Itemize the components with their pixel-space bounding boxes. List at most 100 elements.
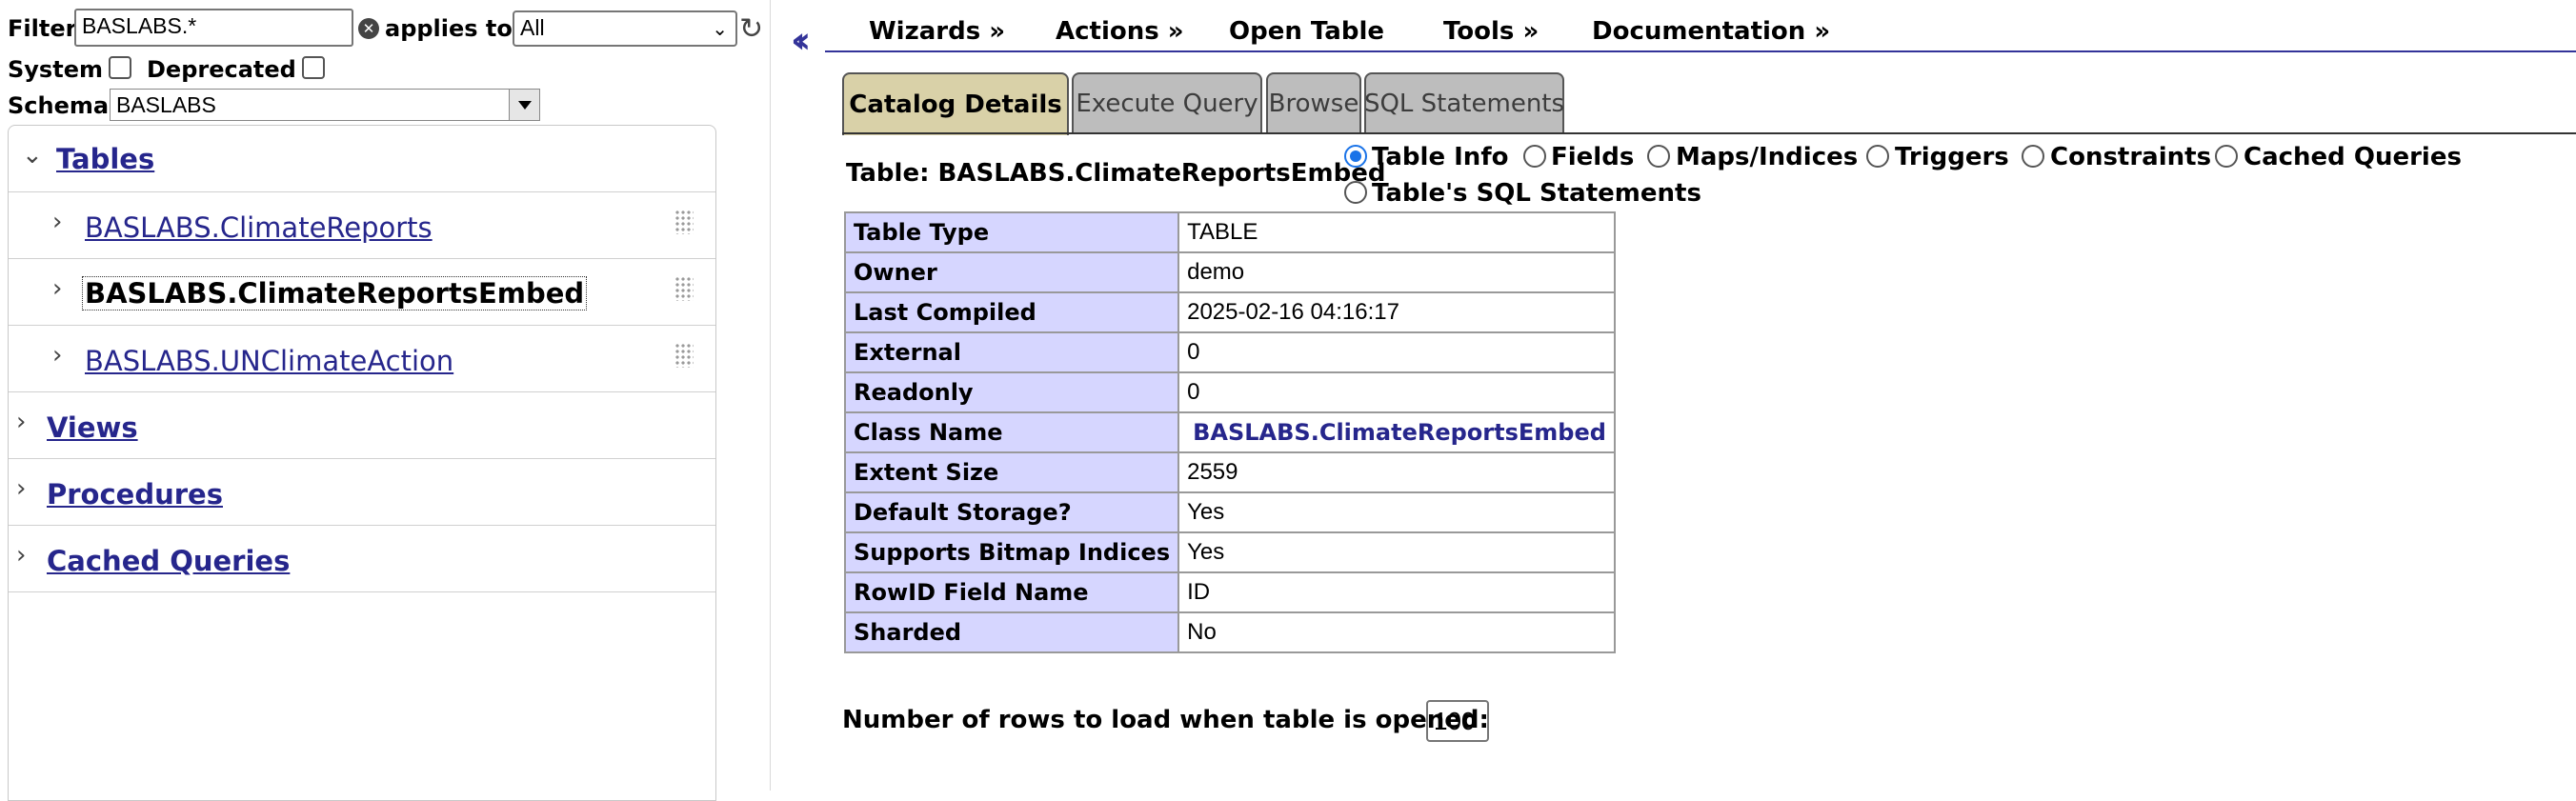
tree-section-views[interactable]: › Views <box>9 392 715 459</box>
chevron-right-icon[interactable]: › <box>52 208 62 236</box>
menu-open-table[interactable]: Open Table <box>1229 17 1384 46</box>
table-row: Owner demo <box>843 251 1616 293</box>
radio-cached-queries-label[interactable]: Cached Queries <box>2244 143 2462 171</box>
tree-section-cached-queries-link[interactable]: Cached Queries <box>47 545 290 577</box>
chevron-down-icon: ⌄ <box>712 19 728 40</box>
applies-to-label: applies to <box>385 15 513 42</box>
radio-maps-indices[interactable] <box>1647 145 1670 168</box>
refresh-icon[interactable]: ↻ <box>739 12 763 46</box>
row-value: 2025-02-16 04:16:17 <box>1177 291 1616 333</box>
menu-actions[interactable]: Actions » <box>1056 17 1184 46</box>
pane-divider[interactable] <box>770 0 771 791</box>
chevron-right-icon[interactable]: › <box>52 274 62 303</box>
tree-section-procedures-link[interactable]: Procedures <box>47 478 223 511</box>
row-value: Yes <box>1177 491 1616 533</box>
rows-to-load-label: Number of rows to load when table is ope… <box>842 706 1489 734</box>
radio-table-info[interactable] <box>1344 145 1367 168</box>
navigation-tree: ⌄ Tables › BASLABS.ClimateReports › BASL… <box>8 125 716 801</box>
tree-item-link[interactable]: BASLABS.ClimateReports <box>85 211 433 244</box>
radio-triggers[interactable] <box>1866 145 1889 168</box>
row-key: Class Name <box>843 411 1180 453</box>
row-key: Last Compiled <box>843 291 1180 333</box>
row-value: 0 <box>1177 331 1616 373</box>
radio-constraints-label[interactable]: Constraints <box>2050 143 2211 171</box>
row-key: Table Type <box>843 211 1180 253</box>
tree-item-link[interactable]: BASLABS.UNClimateAction <box>85 345 453 377</box>
tree-section-cached-queries[interactable]: › Cached Queries <box>9 526 715 592</box>
tab-execute-query[interactable]: Execute Query <box>1072 72 1262 133</box>
row-key: Owner <box>843 251 1180 293</box>
menu-documentation[interactable]: Documentation » <box>1592 17 1830 46</box>
tree-item-climatereportsembed[interactable]: › BASLABS.ClimateReportsEmbed <box>9 259 715 326</box>
filter-label: Filter <box>8 15 77 42</box>
drag-handle-icon[interactable] <box>674 210 694 234</box>
tab-browse[interactable]: Browse <box>1266 72 1361 133</box>
menu-tools[interactable]: Tools » <box>1443 17 1539 46</box>
chevron-right-icon[interactable]: › <box>16 408 26 436</box>
table-row: External 0 <box>843 331 1616 373</box>
rows-to-load-input[interactable]: 100 <box>1426 700 1489 742</box>
table-row: Extent Size 2559 <box>843 451 1616 493</box>
row-key: Extent Size <box>843 451 1180 493</box>
tab-sql-statements[interactable]: SQL Statements <box>1364 72 1564 133</box>
row-value: demo <box>1177 251 1616 293</box>
tree-section-tables[interactable]: ⌄ Tables <box>9 126 715 192</box>
filter-input[interactable]: BASLABS.* <box>74 9 353 47</box>
radio-maps-indices-label[interactable]: Maps/Indices <box>1676 143 1858 171</box>
tree-item-climatereports[interactable]: › BASLABS.ClimateReports <box>9 192 715 259</box>
menu-wizards[interactable]: Wizards » <box>869 17 1005 46</box>
system-checkbox[interactable] <box>109 56 131 79</box>
chevron-down-icon[interactable]: ⌄ <box>22 141 43 170</box>
deprecated-checkbox[interactable] <box>302 56 325 79</box>
schema-dropdown-button[interactable] <box>509 90 539 120</box>
deprecated-label: Deprecated <box>147 56 296 83</box>
table-row: Table Type TABLE <box>843 211 1616 253</box>
collapse-pane-icon[interactable]: ‹‹ <box>791 21 812 59</box>
tab-catalog-details[interactable]: Catalog Details <box>842 72 1069 135</box>
table-row: Sharded No <box>843 611 1616 653</box>
clear-filter-icon[interactable]: ✕ <box>358 18 379 39</box>
row-key: Default Storage? <box>843 491 1180 533</box>
table-row: Default Storage? Yes <box>843 491 1616 533</box>
tree-section-procedures[interactable]: › Procedures <box>9 459 715 526</box>
drag-handle-icon[interactable] <box>674 343 694 368</box>
row-value: Yes <box>1177 531 1616 573</box>
tabs-underline <box>842 132 2576 134</box>
radio-table-sql-statements-label[interactable]: Table's SQL Statements <box>1372 179 1701 208</box>
chevron-right-icon[interactable]: › <box>52 341 62 370</box>
chevron-right-icon[interactable]: › <box>16 541 26 570</box>
table-info-grid: Table Type TABLE Owner demo Last Compiled 2… <box>843 211 1616 653</box>
row-value: No <box>1177 611 1616 653</box>
class-name-link[interactable]: BASLABS.ClimateReportsEmbed <box>1177 411 1616 453</box>
row-key: Supports Bitmap Indices <box>843 531 1180 573</box>
row-key: Sharded <box>843 611 1180 653</box>
table-row: Readonly 0 <box>843 371 1616 413</box>
radio-fields-label[interactable]: Fields <box>1551 143 1634 171</box>
table-row: Last Compiled 2025-02-16 04:16:17 <box>843 291 1616 333</box>
applies-to-value: All <box>520 15 545 40</box>
table-caption: Table: BASLABS.ClimateReportsEmbed <box>846 159 1386 188</box>
tree-item-link-selected[interactable]: BASLABS.ClimateReportsEmbed <box>81 276 588 310</box>
radio-table-sql-statements[interactable] <box>1344 181 1367 204</box>
table-row: Class Name BASLABS.ClimateReportsEmbed <box>843 411 1616 453</box>
row-value: 2559 <box>1177 451 1616 493</box>
tree-item-unclimateaction[interactable]: › BASLABS.UNClimateAction <box>9 326 715 392</box>
row-key: External <box>843 331 1180 373</box>
radio-cached-queries[interactable] <box>2215 145 2238 168</box>
row-value: ID <box>1177 571 1616 613</box>
table-row: Supports Bitmap Indices Yes <box>843 531 1616 573</box>
schema-select[interactable]: BASLABS <box>110 89 540 121</box>
row-key: RowID Field Name <box>843 571 1180 613</box>
tree-section-tables-link[interactable]: Tables <box>56 143 154 175</box>
applies-to-select[interactable]: All ⌄ <box>513 10 737 47</box>
schema-label: Schema <box>8 92 110 119</box>
chevron-right-icon[interactable]: › <box>16 474 26 503</box>
radio-triggers-label[interactable]: Triggers <box>1895 143 2009 171</box>
radio-table-info-label[interactable]: Table Info <box>1372 143 1509 171</box>
row-key: Readonly <box>843 371 1180 413</box>
drag-handle-icon[interactable] <box>674 276 694 301</box>
table-row: RowID Field Name ID <box>843 571 1616 613</box>
radio-constraints[interactable] <box>2022 145 2044 168</box>
radio-fields[interactable] <box>1523 145 1546 168</box>
tree-section-views-link[interactable]: Views <box>47 411 138 444</box>
